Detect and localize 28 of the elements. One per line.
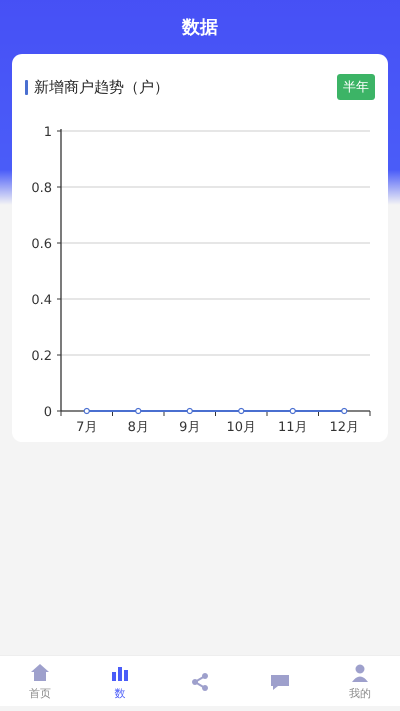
accent-bar (25, 80, 28, 94)
period-button[interactable]: 半年 (337, 74, 375, 100)
axis-label: 0.6 (31, 237, 52, 252)
axis-label: 7月 (76, 420, 98, 434)
data-point (290, 408, 296, 414)
home-icon (29, 662, 51, 682)
axis-label: 11月 (278, 420, 308, 434)
axis-label: 10月 (226, 420, 256, 434)
axis-label: 8月 (128, 420, 149, 434)
data-point (84, 408, 90, 414)
data-point (186, 408, 193, 414)
axis-label: 0.4 (31, 293, 52, 308)
card-title: 新增商户趋势（户） (34, 78, 169, 96)
data-point (238, 408, 244, 414)
axis-label: 0.8 (31, 181, 52, 196)
data-point (341, 408, 348, 414)
axis-label: 12月 (329, 420, 360, 434)
axis-label: 1 (44, 125, 52, 140)
data-point (135, 408, 142, 414)
share-icon (189, 670, 211, 692)
axis-label: 9月 (179, 420, 200, 434)
axis-label: 0 (44, 405, 52, 420)
tab-item[interactable]: 数 (80, 656, 160, 706)
page-title: 数据 (182, 16, 218, 39)
tab-item[interactable]: 首页 (0, 656, 80, 706)
person-icon (349, 662, 371, 682)
axis-label: 0.2 (31, 349, 52, 364)
tab-item[interactable]: 我的 (320, 656, 400, 706)
